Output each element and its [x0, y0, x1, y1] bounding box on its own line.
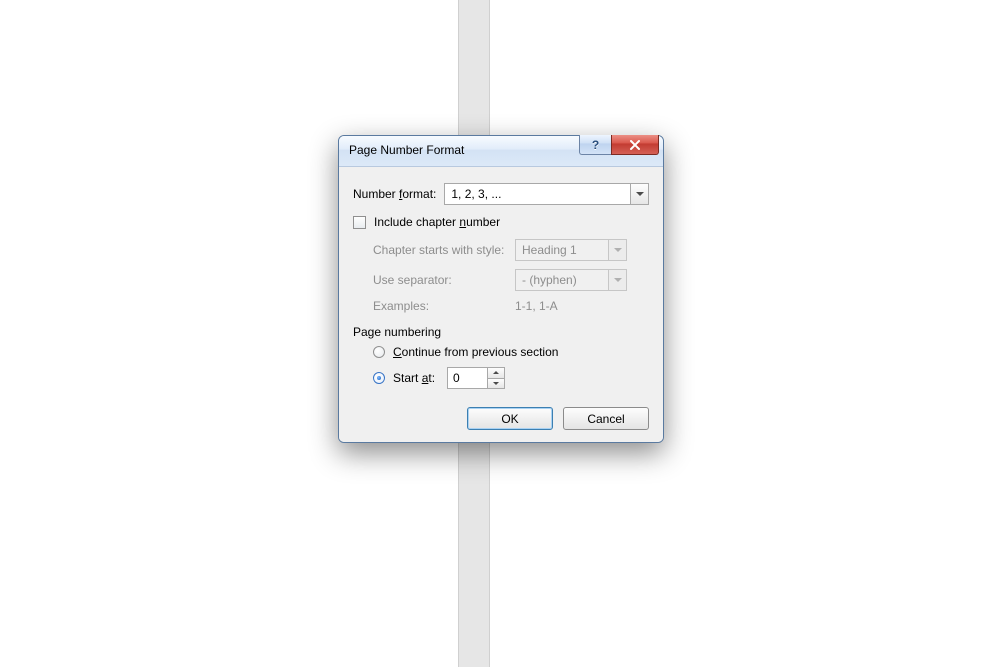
continue-previous-radio[interactable]	[373, 346, 385, 358]
chapter-starts-label: Chapter starts with style:	[373, 243, 515, 257]
cancel-button-label: Cancel	[587, 412, 624, 426]
chapter-starts-value: Heading 1	[516, 243, 608, 257]
chevron-down-icon	[493, 382, 499, 385]
start-at-row: Start at: 0	[373, 367, 649, 389]
spinner-down-button[interactable]	[488, 378, 504, 389]
chapter-starts-row: Chapter starts with style: Heading 1	[373, 239, 649, 261]
dialog-footer: OK Cancel	[353, 407, 649, 430]
cancel-button[interactable]: Cancel	[563, 407, 649, 430]
close-icon	[629, 140, 641, 150]
start-at-spinner[interactable]: 0	[447, 367, 505, 389]
examples-label: Examples:	[373, 299, 515, 313]
titlebar-button-group: ?	[579, 135, 659, 155]
help-button[interactable]: ?	[579, 135, 611, 155]
separator-value: - (hyphen)	[516, 273, 608, 287]
continue-previous-label: Continue from previous section	[393, 345, 558, 359]
number-format-dropdown[interactable]: 1, 2, 3, ...	[444, 183, 649, 205]
chapter-starts-dropdown-button	[608, 240, 626, 260]
help-icon: ?	[592, 138, 599, 152]
chapter-starts-dropdown: Heading 1	[515, 239, 627, 261]
page-numbering-label: Page numbering	[353, 325, 649, 339]
examples-row: Examples: 1-1, 1-A	[373, 299, 649, 313]
spinner-buttons	[487, 368, 504, 388]
titlebar[interactable]: Page Number Format ?	[339, 136, 663, 167]
chevron-down-icon	[614, 278, 622, 282]
include-chapter-row: Include chapter number	[353, 215, 649, 229]
separator-label: Use separator:	[373, 273, 515, 287]
chevron-up-icon	[493, 371, 499, 374]
spinner-up-button[interactable]	[488, 368, 504, 378]
ok-button-label: OK	[501, 412, 518, 426]
ok-button[interactable]: OK	[467, 407, 553, 430]
separator-dropdown-button	[608, 270, 626, 290]
start-at-value[interactable]: 0	[448, 368, 487, 388]
dialog-client-area: Number format: 1, 2, 3, ... Include chap…	[339, 167, 663, 442]
include-chapter-number-checkbox[interactable]	[353, 216, 366, 229]
chevron-down-icon	[614, 248, 622, 252]
dialog-title: Page Number Format	[349, 143, 464, 157]
page-numbering-group: Page numbering Continue from previous se…	[353, 313, 649, 389]
number-format-value: 1, 2, 3, ...	[445, 187, 630, 201]
chapter-details: Chapter starts with style: Heading 1 Use…	[373, 239, 649, 313]
include-chapter-number-label: Include chapter number	[374, 215, 500, 229]
page-number-format-dialog: Page Number Format ? Number format: 1, 2…	[338, 135, 664, 443]
start-at-label: Start at:	[393, 371, 439, 385]
continue-previous-row: Continue from previous section	[373, 345, 649, 359]
separator-row: Use separator: - (hyphen)	[373, 269, 649, 291]
chevron-down-icon	[636, 192, 644, 196]
number-format-label: Number format:	[353, 187, 436, 201]
close-button[interactable]	[611, 135, 659, 155]
examples-value: 1-1, 1-A	[515, 299, 558, 313]
number-format-dropdown-button[interactable]	[630, 184, 648, 204]
number-format-row: Number format: 1, 2, 3, ...	[353, 183, 649, 205]
separator-dropdown: - (hyphen)	[515, 269, 627, 291]
start-at-radio[interactable]	[373, 372, 385, 384]
